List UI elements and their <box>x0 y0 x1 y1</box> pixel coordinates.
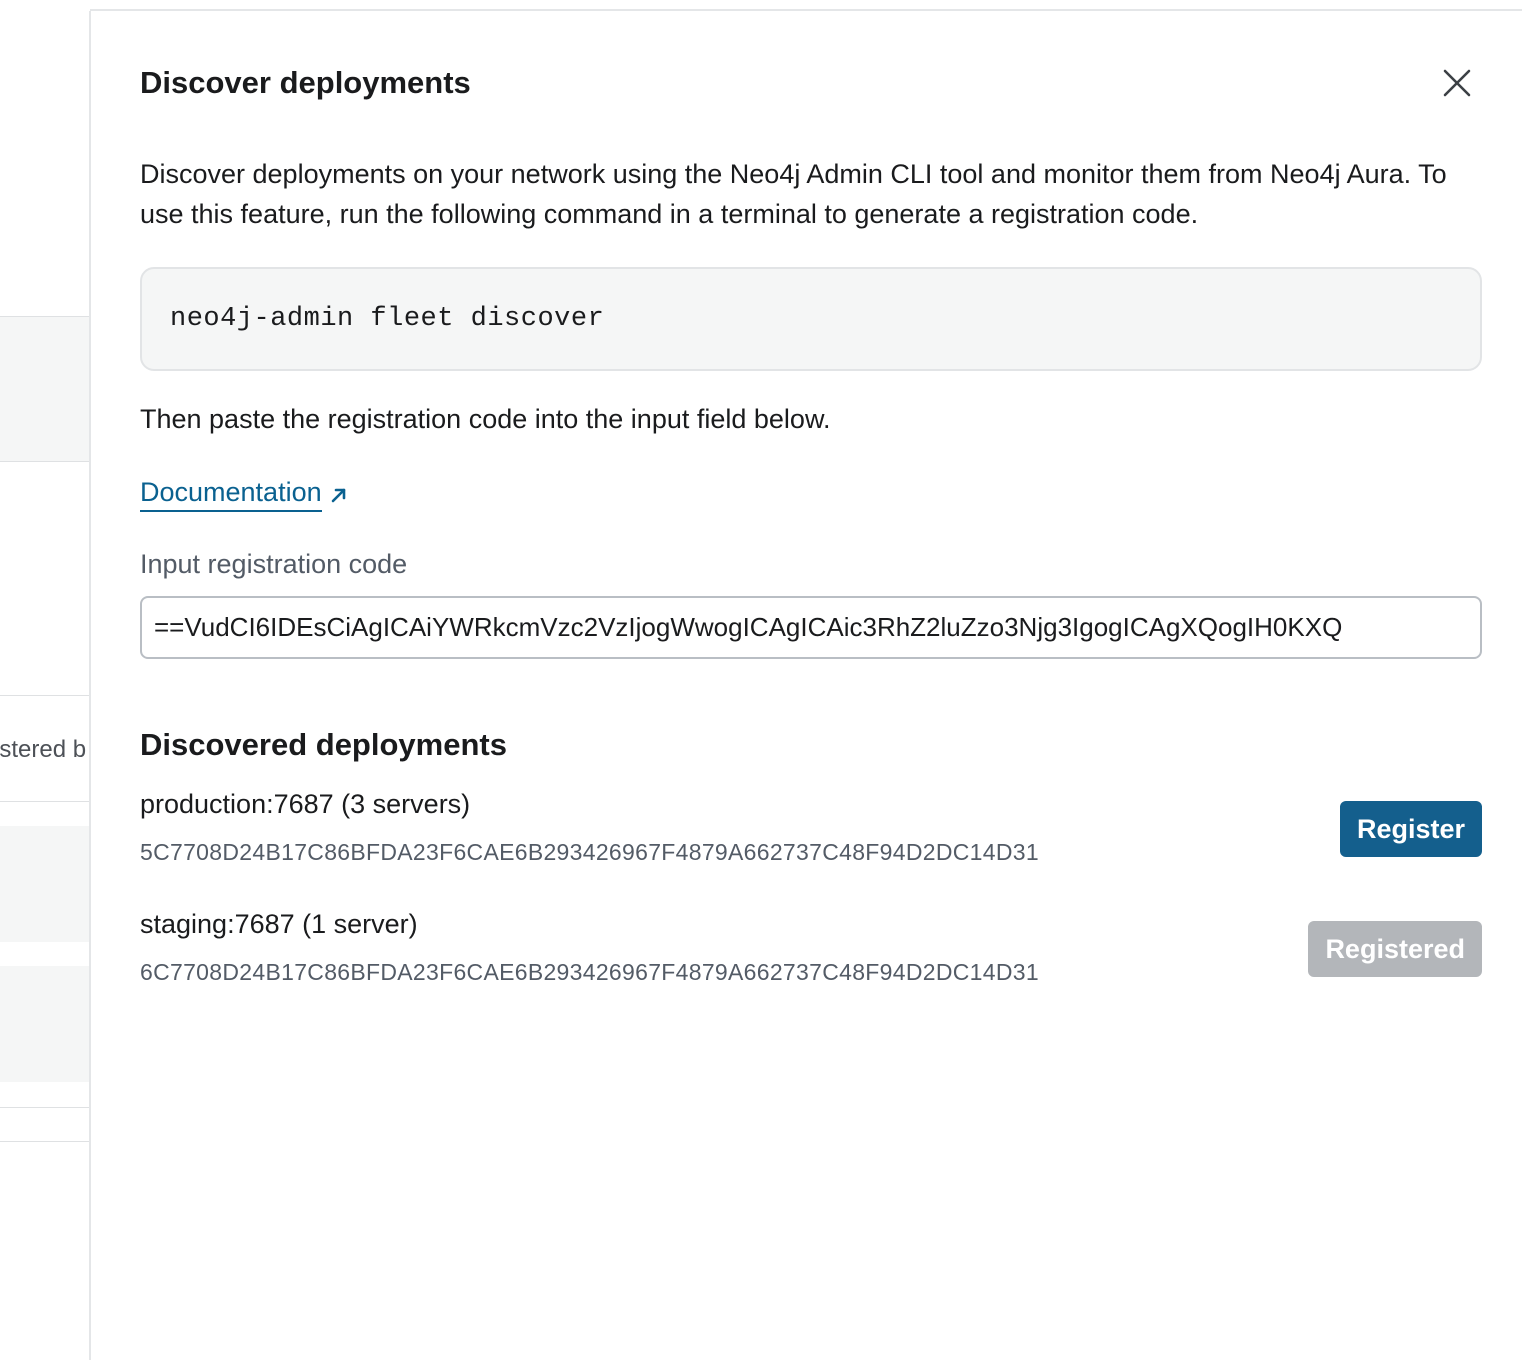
background-row <box>0 826 90 942</box>
documentation-link[interactable]: Documentation <box>140 477 348 512</box>
background-row <box>0 317 90 461</box>
deployment-id: 5C7708D24B17C86BFDA23F6CAE6B293426967F48… <box>140 839 1039 865</box>
background-divider <box>0 461 90 462</box>
deployment-id: 6C7708D24B17C86BFDA23F6CAE6B293426967F48… <box>140 959 1039 985</box>
background-divider <box>0 801 90 802</box>
close-icon <box>1443 69 1471 97</box>
command-text[interactable]: neo4j-admin fleet discover <box>170 304 604 334</box>
dialog-description: Discover deployments on your network usi… <box>140 159 1447 229</box>
background-divider <box>0 1141 90 1142</box>
deployment-name: production:7687 (3 servers) <box>140 789 471 819</box>
close-button[interactable] <box>1437 63 1477 103</box>
register-button[interactable]: Register <box>1339 801 1482 857</box>
background-divider <box>0 695 90 696</box>
command-code-block[interactable]: neo4j-admin fleet discover <box>140 267 1482 371</box>
registered-button: Registered <box>1308 921 1482 977</box>
deployment-name: staging:7687 (1 server) <box>140 909 418 939</box>
registration-code-label: Input registration code <box>140 549 408 579</box>
deployment-row-staging: staging:7687 (1 server) 6C7708D24B17C86B… <box>140 909 1482 1009</box>
external-link-arrow-icon <box>331 488 345 502</box>
discovered-deployments-title: Discovered deployments <box>140 727 507 762</box>
registration-code-input[interactable] <box>140 596 1482 659</box>
discover-deployments-drawer: Discover deployments Discover deployment… <box>89 11 1522 1360</box>
background-page: istered b <box>0 0 90 1360</box>
background-divider <box>0 1107 90 1108</box>
background-row <box>0 966 90 1082</box>
dialog-title: Discover deployments <box>140 65 471 100</box>
documentation-link-label[interactable]: Documentation <box>140 477 322 512</box>
deployment-row-production: production:7687 (3 servers) 5C7708D24B17… <box>140 789 1482 889</box>
paste-instruction: Then paste the registration code into th… <box>140 404 831 434</box>
background-partial-text: istered b <box>0 736 87 763</box>
